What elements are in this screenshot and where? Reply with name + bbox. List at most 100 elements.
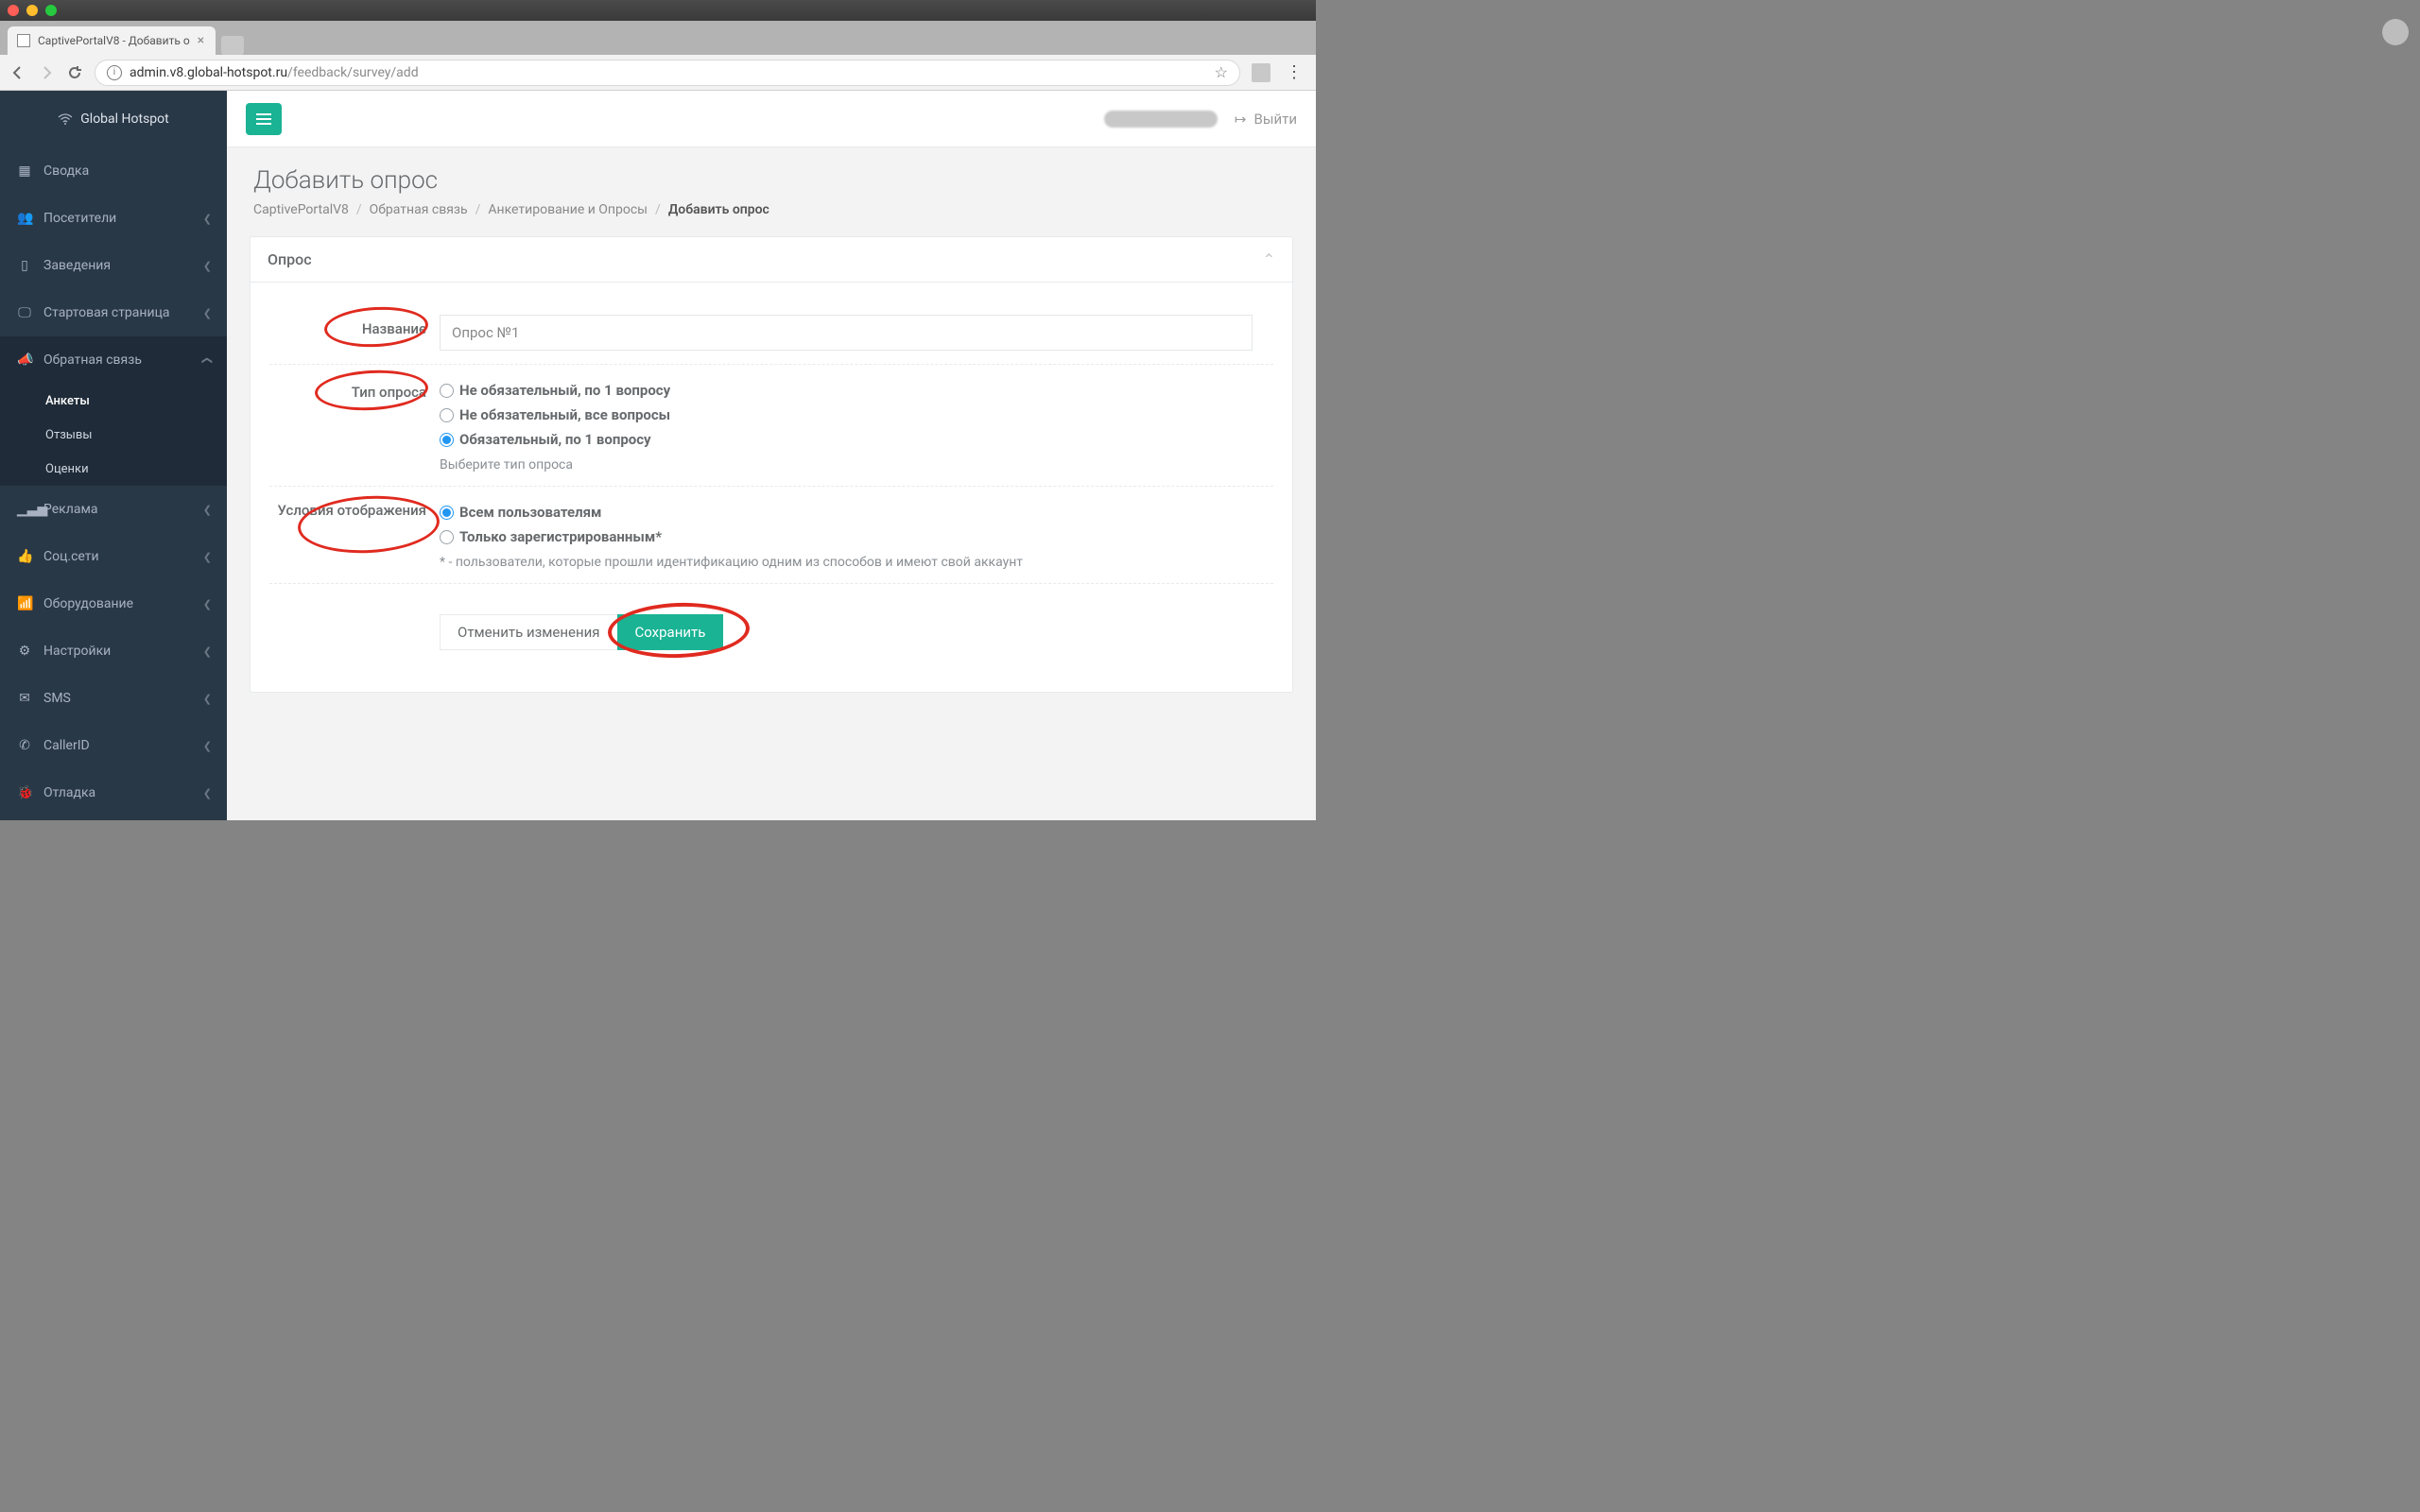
logout-link[interactable]: ↦ Выйти — [1235, 111, 1297, 128]
sidebar-item-label: Посетители — [43, 211, 116, 226]
sidebar-sub-reviews[interactable]: Отзывы — [0, 418, 227, 452]
browser-tab[interactable]: CaptivePortalV8 - Добавить о × — [8, 26, 216, 55]
sidebar-item-label: Соц.сети — [43, 549, 99, 564]
forward-button[interactable] — [38, 64, 55, 81]
main-area: ↦ Выйти Добавить опрос CaptivePortalV8/ … — [227, 91, 1316, 820]
monitor-icon: 🖵 — [17, 305, 32, 320]
sidebar-item-label: Сводка — [43, 163, 89, 179]
gears-icon: ⚙ — [17, 644, 32, 659]
url-input[interactable]: i admin.v8.global-hotspot.ru/feedback/su… — [95, 60, 1240, 86]
sidebar-item-feedback[interactable]: 📣 Обратная связь ❮ — [0, 336, 227, 384]
sidebar-item-debug[interactable]: 🐞 Отладка ❮ — [0, 769, 227, 816]
type-help-text: Выберите тип опроса — [440, 457, 1273, 472]
profile-avatar[interactable] — [2382, 19, 2409, 45]
chevron-icon: ❮ — [203, 260, 212, 272]
minimize-window-button[interactable] — [26, 5, 38, 16]
sidebar-sub-surveys[interactable]: Анкеты — [0, 384, 227, 418]
chevron-icon: ❮ — [203, 307, 212, 319]
reload-button[interactable] — [66, 64, 83, 81]
url-path: /feedback/survey/add — [287, 65, 419, 80]
survey-name-input[interactable] — [440, 315, 1253, 351]
megaphone-icon: 📣 — [17, 352, 32, 368]
form-row-name: Название — [269, 301, 1273, 365]
panel-title: Опрос — [268, 250, 312, 268]
username-redacted — [1104, 111, 1218, 128]
sidebar-item-label: Реклама — [43, 502, 97, 517]
page-icon — [17, 34, 30, 47]
sidebar-item-ads[interactable]: ▁▃▅ Реклама ❮ — [0, 486, 227, 533]
chart-icon: ▁▃▅ — [17, 502, 32, 517]
type-option-1[interactable]: Не обязательный, по 1 вопросу — [440, 378, 1273, 403]
cond-option-1[interactable]: Всем пользователям — [440, 500, 1273, 524]
sidebar-sub-ratings[interactable]: Оценки — [0, 452, 227, 486]
sidebar-item-venues[interactable]: ▯ Заведения ❮ — [0, 242, 227, 289]
sidebar-toggle-button[interactable] — [246, 103, 282, 135]
survey-panel: Опрос ⌃ Название — [250, 236, 1293, 693]
bookmark-icon[interactable]: ☆ — [1215, 63, 1228, 81]
form-row-conditions: Условия отображения Всем пользователям Т… — [269, 487, 1273, 584]
breadcrumb-item[interactable]: Анкетирование и Опросы — [488, 202, 648, 217]
chevron-down-icon: ❮ — [201, 355, 214, 364]
new-tab-button[interactable] — [221, 36, 244, 55]
phone-icon: ✆ — [17, 738, 32, 753]
chevron-icon: ❮ — [203, 504, 212, 516]
page-header: Добавить опрос CaptivePortalV8/ Обратная… — [227, 147, 1316, 236]
page-title: Добавить опрос — [253, 166, 1289, 195]
users-icon: 👥 — [17, 211, 32, 226]
maximize-window-button[interactable] — [45, 5, 57, 16]
sidebar-item-settings[interactable]: ⚙ Настройки ❮ — [0, 627, 227, 675]
sidebar-item-label: Оборудование — [43, 596, 133, 611]
sidebar: Global Hotspot ▦ Сводка 👥 Посетители ❮ ▯… — [0, 91, 227, 820]
sidebar-item-label: Обратная связь — [43, 352, 142, 368]
sidebar-submenu-feedback: Анкеты Отзывы Оценки — [0, 384, 227, 486]
wifi-icon: 📶 — [17, 596, 32, 611]
cond-option-2[interactable]: Только зарегистрированным* — [440, 524, 1273, 549]
breadcrumb-item[interactable]: Обратная связь — [370, 202, 468, 217]
grid-icon: ▦ — [17, 163, 32, 179]
name-label: Название — [362, 320, 426, 337]
type-option-2[interactable]: Не обязательный, все вопросы — [440, 403, 1273, 427]
sidebar-item-label: Отладка — [43, 785, 95, 800]
sidebar-item-summary[interactable]: ▦ Сводка — [0, 147, 227, 195]
site-info-icon[interactable]: i — [107, 65, 122, 80]
logout-icon: ↦ — [1235, 111, 1247, 128]
address-bar: i admin.v8.global-hotspot.ru/feedback/su… — [0, 55, 1316, 91]
conditions-label: Условия отображения — [278, 502, 426, 519]
sidebar-item-callerid[interactable]: ✆ CallerID ❮ — [0, 722, 227, 769]
thumb-icon: 👍 — [17, 549, 32, 564]
form-row-buttons: Отменить изменения Сохранить — [269, 584, 1273, 686]
extension-icon[interactable] — [1252, 63, 1270, 82]
app-logo: Global Hotspot — [0, 91, 227, 147]
sidebar-item-equipment[interactable]: 📶 Оборудование ❮ — [0, 580, 227, 627]
close-tab-icon[interactable]: × — [198, 33, 204, 48]
sidebar-item-label: Настройки — [43, 644, 111, 659]
back-button[interactable] — [9, 64, 26, 81]
sidebar-item-sms[interactable]: ✉ SMS ❮ — [0, 675, 227, 722]
tablet-icon: ▯ — [17, 258, 32, 273]
chevron-icon: ❮ — [203, 213, 212, 225]
chevron-icon: ❮ — [203, 551, 212, 563]
panel-header: Опрос ⌃ — [251, 237, 1292, 283]
tab-title: CaptivePortalV8 - Добавить о — [38, 34, 190, 47]
chevron-icon: ❮ — [203, 598, 212, 610]
breadcrumb-current: Добавить опрос — [668, 202, 769, 217]
chevron-icon: ❮ — [203, 787, 212, 799]
form-row-type: Тип опроса Не обязательный, по 1 вопросу… — [269, 365, 1273, 487]
logo-text: Global Hotspot — [80, 112, 168, 127]
mail-icon: ✉ — [17, 691, 32, 706]
bug-icon: 🐞 — [17, 785, 32, 800]
url-domain: admin.v8.global-hotspot.ru — [130, 65, 287, 80]
sidebar-item-startpage[interactable]: 🖵 Стартовая страница ❮ — [0, 289, 227, 336]
browser-menu-icon[interactable]: ⋮ — [1282, 62, 1306, 82]
breadcrumb-item[interactable]: CaptivePortalV8 — [253, 202, 349, 217]
sidebar-item-visitors[interactable]: 👥 Посетители ❮ — [0, 195, 227, 242]
conditions-help-text: * - пользователи, которые прошли идентиф… — [440, 555, 1273, 570]
collapse-icon[interactable]: ⌃ — [1263, 250, 1275, 268]
sidebar-item-social[interactable]: 👍 Соц.сети ❮ — [0, 533, 227, 580]
breadcrumb: CaptivePortalV8/ Обратная связь/ Анкетир… — [253, 202, 1289, 217]
type-option-3[interactable]: Обязательный, по 1 вопросу — [440, 427, 1273, 452]
close-window-button[interactable] — [8, 5, 19, 16]
chevron-icon: ❮ — [203, 645, 212, 658]
cancel-button[interactable]: Отменить изменения — [440, 614, 618, 650]
save-button[interactable]: Сохранить — [617, 614, 724, 650]
